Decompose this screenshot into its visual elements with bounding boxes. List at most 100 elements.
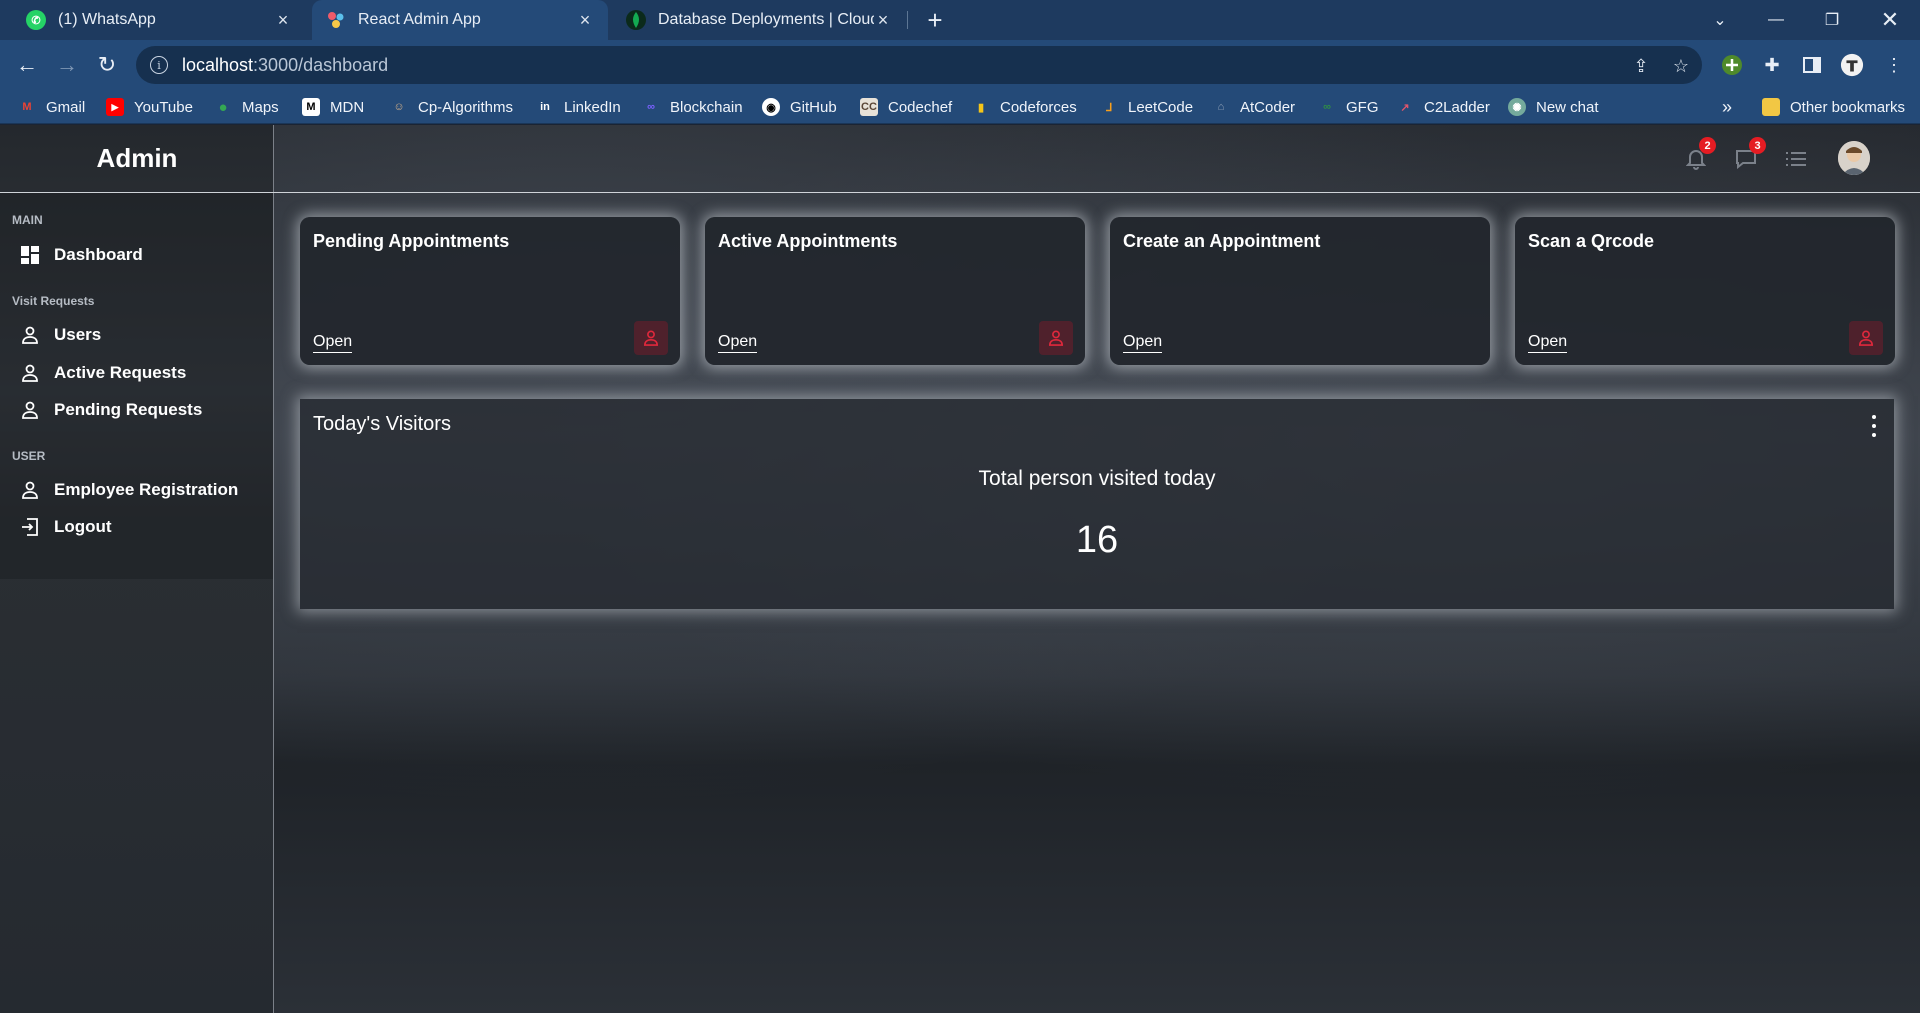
sidebar-section-user: USER (12, 449, 46, 463)
share-icon[interactable]: ⇪ (1630, 55, 1652, 77)
card-create-appointment: Create an Appointment Open (1110, 217, 1490, 365)
close-window-button[interactable]: ✕ (1862, 0, 1918, 40)
sidebar-item-label: Logout (54, 517, 112, 536)
tab-title: React Admin App (358, 11, 481, 28)
chatgpt-icon: ✺ (1508, 98, 1526, 116)
card-active-appointments: Active Appointments Open (705, 217, 1085, 365)
restore-button[interactable]: ❐ (1804, 0, 1860, 40)
profile-avatar-icon[interactable] (1840, 53, 1864, 77)
blockchain-icon: ∞ (647, 101, 655, 113)
visitors-count: 16 (1075, 519, 1119, 561)
bookmark-label: Codechef (888, 98, 953, 116)
sidebar-item-employee-registration[interactable]: Employee Registration (20, 476, 238, 504)
more-vert-icon[interactable] (1868, 415, 1880, 437)
sidebar-item-logout[interactable]: Logout (20, 513, 112, 541)
bookmark-label: YouTube (134, 98, 193, 116)
site-info-icon[interactable]: i (150, 56, 168, 74)
sidebar-item-active-requests[interactable]: Active Requests (20, 359, 186, 387)
tab-react-admin[interactable]: React Admin App × (312, 0, 608, 40)
tab-separator (907, 11, 908, 29)
new-tab-button[interactable]: + (920, 0, 950, 40)
dashboard-icon (20, 245, 40, 265)
leetcode-icon: ᒧ (1105, 101, 1113, 114)
bookmark-codechef[interactable]: CC Codechef (860, 90, 952, 124)
tab-search-icon[interactable]: ⌄ (1692, 0, 1748, 40)
url-path: :3000/dashboard (253, 54, 389, 75)
mdn-icon: M (302, 98, 320, 116)
tab-whatsapp[interactable]: ✆ (1) WhatsApp × (12, 0, 306, 40)
sidebar-item-dashboard[interactable]: Dashboard (20, 241, 143, 269)
mongodb-leaf-icon (626, 10, 646, 30)
card-open-link[interactable]: Open (718, 333, 758, 353)
other-bookmarks[interactable]: Other bookmarks (1762, 90, 1905, 124)
other-bookmarks-label: Other bookmarks (1790, 98, 1906, 116)
sidebar-item-pending-requests[interactable]: Pending Requests (20, 396, 202, 424)
bookmark-label: Gmail (46, 98, 86, 116)
user-avatar[interactable] (1838, 141, 1870, 175)
person-icon (20, 480, 40, 500)
bookmark-label: MDN (330, 98, 365, 116)
notifications-button[interactable]: 2 (1682, 137, 1716, 173)
bookmark-linkedin[interactable]: in LinkedIn (536, 90, 621, 124)
bookmark-cp-algorithms[interactable]: ☺ Cp-Algorithms (390, 90, 513, 124)
side-panel-icon[interactable] (1800, 53, 1824, 77)
panel-title: Today's Visitors (313, 413, 451, 435)
close-tab-icon[interactable]: × (576, 10, 594, 31)
bookmark-maps[interactable]: ● Maps (214, 90, 279, 124)
bookmark-new-chat[interactable]: ✺ New chat (1508, 90, 1599, 124)
bookmark-gfg[interactable]: ∞ GFG (1318, 90, 1378, 124)
bookmark-label: Cp-Algorithms (418, 98, 514, 116)
tab-mongodb[interactable]: Database Deployments | Cloud: M × (612, 0, 906, 40)
notifications-count-badge: 2 (1699, 137, 1716, 154)
address-bar[interactable]: i localhost:3000/dashboard (136, 46, 1702, 84)
bookmark-c2ladder[interactable]: ↗ C2Ladder (1396, 90, 1490, 124)
bookmark-label: LeetCode (1128, 98, 1194, 116)
card-scan-qrcode: Scan a Qrcode Open (1515, 217, 1895, 365)
bookmark-star-icon[interactable]: ☆ (1670, 55, 1692, 77)
bookmark-label: Maps (242, 98, 279, 116)
codeforces-icon: ▮ (977, 101, 985, 114)
browser-menu-icon[interactable]: ⋮ (1882, 53, 1906, 77)
github-icon: ◉ (762, 98, 780, 116)
messages-button[interactable]: 3 (1732, 137, 1766, 173)
bookmark-gmail[interactable]: M Gmail (18, 90, 85, 124)
messages-count-badge: 3 (1749, 137, 1766, 154)
sidebar-item-users[interactable]: Users (20, 321, 101, 349)
bookmark-codeforces[interactable]: ▮ Codeforces (972, 90, 1077, 124)
bookmark-label: C2Ladder (1424, 98, 1490, 116)
close-tab-icon[interactable]: × (274, 10, 292, 31)
bookmark-youtube[interactable]: ▶ YouTube (106, 90, 193, 124)
bookmark-github[interactable]: ◉ GitHub (762, 90, 837, 124)
forward-button[interactable]: → (52, 50, 82, 80)
card-open-link[interactable]: Open (313, 333, 353, 353)
card-open-link[interactable]: Open (1123, 333, 1163, 353)
reload-button[interactable]: ↻ (92, 50, 122, 80)
sidebar-item-label: Employee Registration (54, 480, 239, 499)
close-tab-icon[interactable]: × (874, 10, 892, 31)
app-logo[interactable]: Admin (0, 125, 274, 193)
sidebar-item-label: Pending Requests (54, 400, 203, 419)
minimize-button[interactable]: — (1748, 0, 1804, 40)
bookmarks-overflow-button[interactable]: » (1722, 90, 1732, 124)
list-menu-button[interactable] (1782, 145, 1810, 173)
bookmark-label: LinkedIn (564, 98, 621, 116)
extensions-puzzle-icon[interactable]: ✚ (1760, 53, 1784, 77)
bookmark-label: Codeforces (1000, 98, 1077, 116)
bookmark-label: AtCoder (1240, 98, 1296, 116)
bookmark-blockchain[interactable]: ∞ Blockchain (642, 90, 742, 124)
header-divider (274, 192, 1920, 193)
card-title: Scan a Qrcode (1528, 231, 1655, 251)
back-button[interactable]: ← (12, 50, 42, 80)
bookmark-mdn[interactable]: M MDN (302, 90, 364, 124)
bookmark-leetcode[interactable]: ᒧ LeetCode (1100, 90, 1193, 124)
todays-visitors-panel: Today's Visitors Total person visited to… (300, 399, 1894, 609)
list-icon (1786, 152, 1806, 166)
card-title: Pending Appointments (313, 231, 510, 251)
extension-green-icon[interactable] (1720, 53, 1744, 77)
sidebar-item-label: Users (54, 325, 102, 344)
card-open-link[interactable]: Open (1528, 333, 1568, 353)
browser-tab-bar: ✆ (1) WhatsApp × React Admin App × Datab… (0, 0, 1920, 40)
person-icon (20, 325, 40, 345)
c2ladder-icon: ↗ (1400, 101, 1410, 114)
bookmark-atcoder[interactable]: ⌂ AtCoder (1212, 90, 1295, 124)
